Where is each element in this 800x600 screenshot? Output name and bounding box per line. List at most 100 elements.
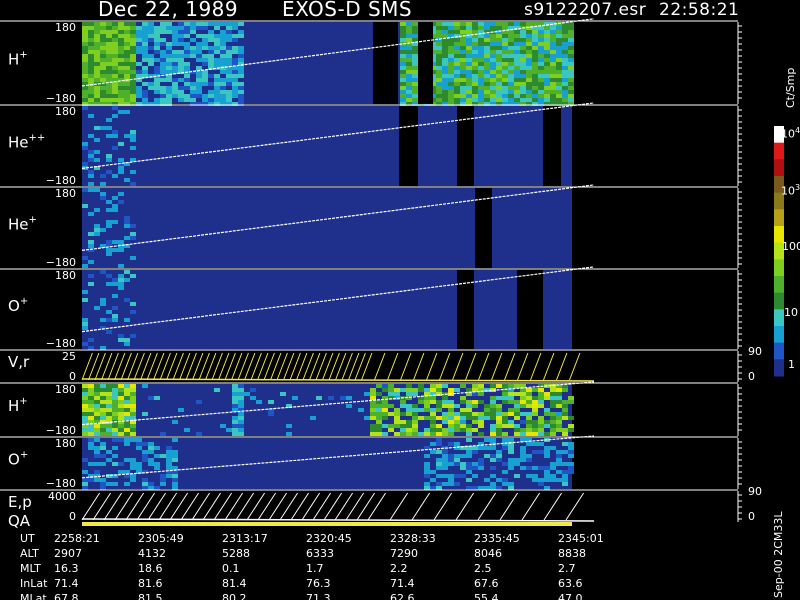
spectrogram-cell — [562, 62, 568, 66]
spectrogram-cell — [100, 298, 106, 302]
spectrogram-cell — [454, 442, 460, 446]
spectrogram-cell — [214, 78, 220, 82]
spectrogram-cell — [124, 42, 130, 46]
spectrogram-cell — [112, 446, 118, 450]
spectrogram-cell — [232, 432, 238, 436]
spectrogram-cell — [400, 26, 406, 30]
spectrogram-cell — [106, 118, 112, 122]
spectrogram-cell — [190, 46, 196, 50]
spectrogram-cell — [118, 264, 124, 268]
sweep-line — [127, 352, 139, 381]
spectrogram-cell — [160, 22, 166, 26]
spectrogram-cell — [448, 50, 454, 54]
spectrogram-cell — [478, 38, 484, 42]
spectrogram-cell — [124, 458, 130, 462]
spectrogram-cell — [88, 428, 94, 432]
spectrogram-cell — [514, 30, 520, 34]
spectrogram-cell — [508, 384, 514, 388]
spectrogram-cell — [118, 388, 124, 392]
spectrogram-cell — [166, 466, 172, 470]
spectrogram-cell — [508, 396, 514, 400]
spectrogram-cell — [160, 90, 166, 94]
spectrogram-cell — [412, 26, 418, 30]
spectrogram-cell — [202, 42, 208, 46]
spectrogram-cell — [514, 38, 520, 42]
spectrogram-cell — [556, 412, 562, 416]
sweep-line — [302, 352, 314, 381]
spectrogram-cell — [148, 62, 154, 66]
spectrogram-cell — [82, 188, 88, 192]
spectrogram-cell — [448, 408, 454, 412]
spectrogram-cell — [190, 26, 196, 30]
spectrogram-cell — [94, 412, 100, 416]
spectrogram-cell — [238, 388, 244, 392]
spectrogram-cell — [166, 22, 172, 26]
sweep-line — [114, 352, 126, 381]
spectrogram-cell — [196, 54, 202, 58]
spectrogram-cell — [436, 62, 442, 66]
spectrogram-cell — [442, 450, 448, 454]
spectrogram-cell — [124, 50, 130, 54]
sweep-line — [565, 492, 585, 521]
spectrogram-cell — [172, 478, 178, 482]
spectrogram-cell — [106, 240, 112, 244]
spectrogram-cell — [520, 62, 526, 66]
spectrogram-cell — [142, 442, 148, 446]
spectrogram-cell — [196, 74, 202, 78]
spectrogram-cell — [196, 90, 202, 94]
spectrogram-cell — [112, 82, 118, 86]
spectrogram-cell — [514, 408, 520, 412]
spectrogram-cell — [124, 270, 130, 274]
spectrogram-cell — [196, 58, 202, 62]
spectrogram-cell — [148, 482, 154, 486]
spectrogram-cell — [88, 384, 94, 388]
spectrogram-cell — [442, 50, 448, 54]
spectrogram-cell — [568, 46, 574, 50]
spectrogram-cell — [400, 62, 406, 66]
spectrogram-cell — [568, 90, 574, 94]
spectrogram-cell — [100, 46, 106, 50]
spectrogram-cell — [154, 26, 160, 30]
spectrogram-cell — [454, 388, 460, 392]
spectrogram-cell — [538, 46, 544, 50]
spectrogram-cell — [412, 70, 418, 74]
spectrogram-cell — [484, 408, 490, 412]
spectrogram-cell — [538, 388, 544, 392]
spectrogram-cell — [502, 438, 508, 442]
spectrogram-cell — [124, 424, 130, 428]
spectrogram-cell — [178, 50, 184, 54]
spectrogram-cell — [568, 470, 574, 474]
spectrogram-cell — [220, 98, 226, 102]
spectrogram-cell — [88, 54, 94, 58]
spectrogram-cell — [82, 322, 88, 326]
y-axis-max-label: 180 — [55, 269, 76, 282]
spectrogram-cell — [490, 94, 496, 98]
spectrogram-cell — [184, 42, 190, 46]
spectrogram-cell — [130, 38, 136, 42]
ephemeris-value: 7290 — [390, 547, 418, 560]
spectrogram-cell — [88, 58, 94, 62]
spectrogram-cell — [526, 416, 532, 420]
spectrogram-cell — [100, 432, 106, 436]
spectrogram-cell — [412, 30, 418, 34]
spectrogram-cell — [556, 90, 562, 94]
spectrogram-cell — [550, 388, 556, 392]
spectrogram-cell — [106, 252, 112, 256]
spectrogram-cell — [166, 54, 172, 58]
spectrogram-cell — [178, 66, 184, 70]
spectrogram-cell — [100, 408, 106, 412]
spectrogram-cell — [568, 98, 574, 102]
spectrogram-cell — [214, 50, 220, 54]
spectrogram-cell — [508, 66, 514, 70]
spectrogram-cell — [484, 42, 490, 46]
sweep-line — [517, 352, 529, 381]
spectrogram-cell — [514, 70, 520, 74]
spectrogram-cell — [148, 38, 154, 42]
spectrogram-cell — [430, 412, 436, 416]
spectrogram-cell — [436, 58, 442, 62]
spectrogram-cell — [430, 384, 436, 388]
sweep-line — [354, 352, 366, 381]
spectrogram-cell — [502, 46, 508, 50]
spectrogram-cell — [100, 78, 106, 82]
spectrogram-cell — [454, 22, 460, 26]
